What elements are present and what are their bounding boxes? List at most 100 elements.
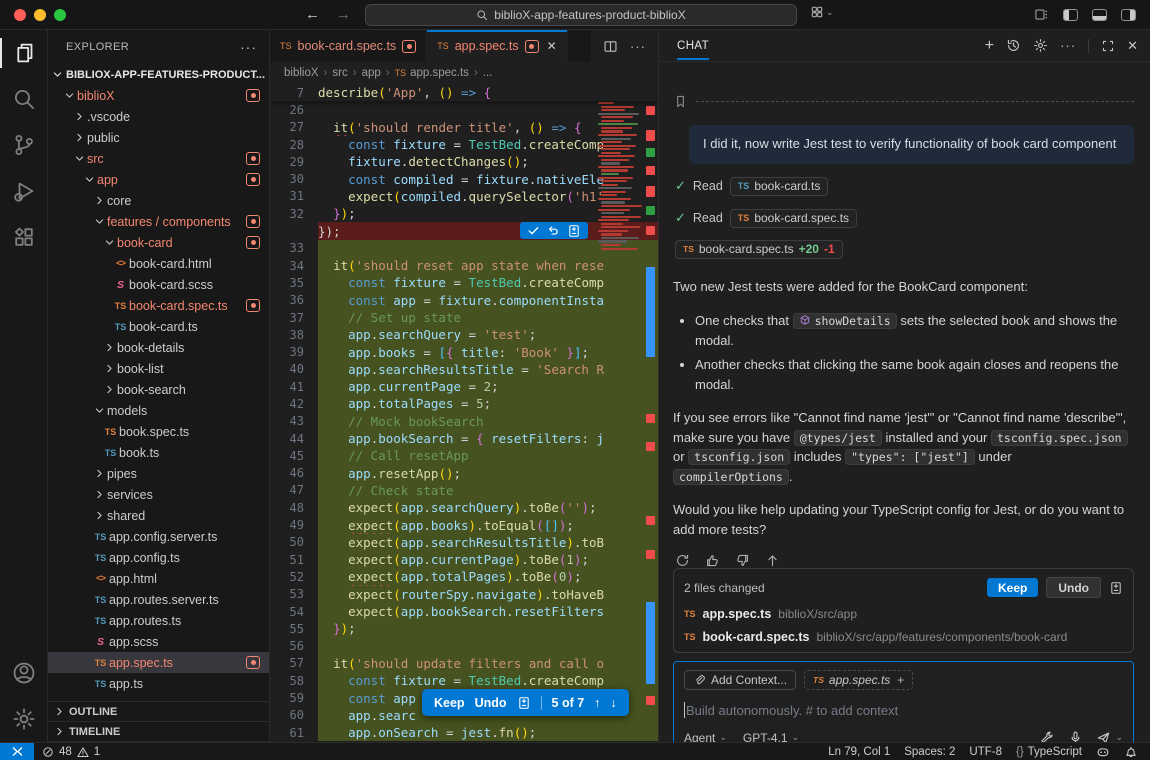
code-line[interactable]: 49 expect(app.books).toEqual([]);: [270, 516, 658, 533]
activity-run-debug-icon[interactable]: [0, 168, 47, 214]
thumbs-up-icon[interactable]: [705, 553, 720, 568]
code-line[interactable]: 57 it('should update filters and call o: [270, 655, 658, 672]
code-line[interactable]: 46 app.resetApp();: [270, 465, 658, 482]
bell-icon[interactable]: [1124, 745, 1138, 759]
breadcrumb-item[interactable]: app: [362, 67, 381, 79]
tree-item-book.ts[interactable]: TSbook.ts: [48, 442, 269, 463]
activity-source-control-icon[interactable]: [0, 122, 47, 168]
apps-menu-button[interactable]: ⌄: [810, 5, 834, 19]
code-line[interactable]: 61 app.onSearch = jest.fn();: [270, 724, 658, 741]
tree-item-app.routes.ts[interactable]: TSapp.routes.ts: [48, 610, 269, 631]
code-line[interactable]: 44 app.bookSearch = { resetFilters: j: [270, 430, 658, 447]
breadcrumb-item[interactable]: TSapp.spec.ts: [395, 67, 469, 79]
code-line[interactable]: 51 expect(app.currentPage).toBe(1);: [270, 551, 658, 568]
tree-item-src[interactable]: src: [48, 148, 269, 169]
code-line[interactable]: 34 it('should reset app state when rese: [270, 257, 658, 274]
nav-forward-icon[interactable]: →: [336, 6, 351, 23]
changed-file-row[interactable]: TSbook-card.spec.tsbiblioX/src/app/featu…: [684, 630, 1123, 644]
undo-all-button[interactable]: Undo: [1046, 577, 1101, 598]
tree-item-book-card.ts[interactable]: TSbook-card.ts: [48, 316, 269, 337]
tree-item-shared[interactable]: shared: [48, 505, 269, 526]
tree-item-features-components[interactable]: features / components: [48, 211, 269, 232]
chat-input-box[interactable]: Add Context... TS app.spec.ts + Build au…: [673, 661, 1134, 753]
sidebar-section-outline[interactable]: OUTLINE: [48, 702, 269, 722]
next-change-icon[interactable]: ↓: [610, 696, 616, 710]
tree-item-book-list[interactable]: book-list: [48, 358, 269, 379]
customize-layout-icon[interactable]: [1034, 7, 1049, 22]
tree-item-app.html[interactable]: <>app.html: [48, 568, 269, 589]
code-line[interactable]: 42 app.totalPages = 5;: [270, 395, 658, 412]
minimap[interactable]: [596, 102, 642, 254]
tree-item-models[interactable]: models: [48, 400, 269, 421]
undo-button[interactable]: Undo: [475, 696, 507, 710]
indentation[interactable]: Spaces: 2: [904, 746, 955, 758]
close-window-button[interactable]: [14, 9, 26, 21]
minimize-window-button[interactable]: [34, 9, 46, 21]
tree-item-app[interactable]: app: [48, 169, 269, 190]
accept-change-icon[interactable]: [527, 224, 540, 237]
code-line[interactable]: 35 const fixture = TestBed.createComp: [270, 274, 658, 291]
editor-tab-book-card.spec.ts[interactable]: TSbook-card.spec.ts: [270, 30, 427, 62]
add-context-button[interactable]: Add Context...: [684, 670, 796, 690]
close-chat-icon[interactable]: ✕: [1127, 38, 1138, 54]
workspace-root-folder[interactable]: BIBLIOX-APP-FEATURES-PRODUCT...: [48, 64, 269, 85]
export-icon[interactable]: [765, 553, 780, 568]
diff-file-icon[interactable]: [517, 696, 531, 710]
tree-item-book-card.html[interactable]: <>book-card.html: [48, 253, 269, 274]
undo-change-icon[interactable]: [547, 224, 560, 237]
tree-item-book-card.scss[interactable]: Sbook-card.scss: [48, 274, 269, 295]
cursor-position[interactable]: Ln 79, Col 1: [828, 746, 890, 758]
tree-item-app.config.server.ts[interactable]: TSapp.config.server.ts: [48, 526, 269, 547]
tree-item-services[interactable]: services: [48, 484, 269, 505]
code-line[interactable]: 38 app.searchQuery = 'test';: [270, 326, 658, 343]
thumbs-down-icon[interactable]: [735, 553, 750, 568]
diff-file-icon[interactable]: [567, 224, 581, 238]
view-diff-icon[interactable]: [1109, 581, 1123, 595]
activity-settings-icon[interactable]: [0, 696, 47, 742]
close-tab-icon[interactable]: ✕: [547, 39, 557, 53]
tree-item-bibliox[interactable]: biblioX: [48, 85, 269, 106]
breadcrumb-item[interactable]: biblioX: [284, 67, 319, 79]
more-actions-icon[interactable]: ···: [1060, 38, 1076, 53]
sticky-scroll-line[interactable]: 7describe('App', () => {: [270, 84, 658, 101]
zoom-window-button[interactable]: [54, 9, 66, 21]
tree-item-public[interactable]: public: [48, 127, 269, 148]
tool-file-chip[interactable]: TSbook-card.ts: [730, 177, 829, 196]
changed-file-row[interactable]: TSapp.spec.tsbiblioX/src/app: [684, 607, 1123, 621]
split-editor-icon[interactable]: [603, 39, 618, 54]
code-line[interactable]: 41 app.currentPage = 2;: [270, 378, 658, 395]
maximize-icon[interactable]: [1101, 39, 1115, 53]
tree-item-app.scss[interactable]: Sapp.scss: [48, 631, 269, 652]
code-line[interactable]: 39 app.books = [{ title: 'Book' }];: [270, 343, 658, 360]
code-line[interactable]: 55 });: [270, 620, 658, 637]
remote-indicator[interactable]: [0, 743, 34, 760]
code-line[interactable]: 56: [270, 638, 658, 655]
tree-item-core[interactable]: core: [48, 190, 269, 211]
code-line[interactable]: 37 // Set up state: [270, 309, 658, 326]
language-mode[interactable]: {} TypeScript: [1016, 746, 1082, 758]
gear-icon[interactable]: [1033, 38, 1048, 53]
new-chat-icon[interactable]: +: [985, 37, 994, 55]
copilot-icon[interactable]: [1096, 745, 1110, 759]
regenerate-icon[interactable]: [675, 553, 690, 568]
chat-tab[interactable]: CHAT: [677, 40, 709, 60]
code-line[interactable]: 58 const fixture = TestBed.createComp: [270, 672, 658, 689]
explorer-more-actions-icon[interactable]: ···: [240, 39, 257, 55]
tree-item-app.spec.ts[interactable]: TSapp.spec.ts: [48, 652, 269, 673]
activity-search-icon[interactable]: [0, 76, 47, 122]
tree-item-app.config.ts[interactable]: TSapp.config.ts: [48, 547, 269, 568]
breadcrumb[interactable]: biblioX›src›app›TSapp.spec.ts›...: [270, 62, 658, 84]
bookmark-icon[interactable]: [673, 94, 688, 109]
tree-item-book-search[interactable]: book-search: [48, 379, 269, 400]
context-file-chip[interactable]: TS app.spec.ts +: [804, 670, 913, 690]
code-line[interactable]: 40 app.searchResultsTitle = 'Search R: [270, 361, 658, 378]
code-line[interactable]: 43 // Mock bookSearch: [270, 413, 658, 430]
sidebar-section-timeline[interactable]: TIMELINE: [48, 722, 269, 742]
tree-item-app.ts[interactable]: TSapp.ts: [48, 673, 269, 694]
history-icon[interactable]: [1006, 38, 1021, 53]
prev-change-icon[interactable]: ↑: [594, 696, 600, 710]
encoding[interactable]: UTF-8: [969, 746, 1002, 758]
activity-extensions-icon[interactable]: [0, 214, 47, 260]
code-line[interactable]: 54 expect(app.bookSearch.resetFilters: [270, 603, 658, 620]
code-line[interactable]: 48 expect(app.searchQuery).toBe('');: [270, 499, 658, 516]
